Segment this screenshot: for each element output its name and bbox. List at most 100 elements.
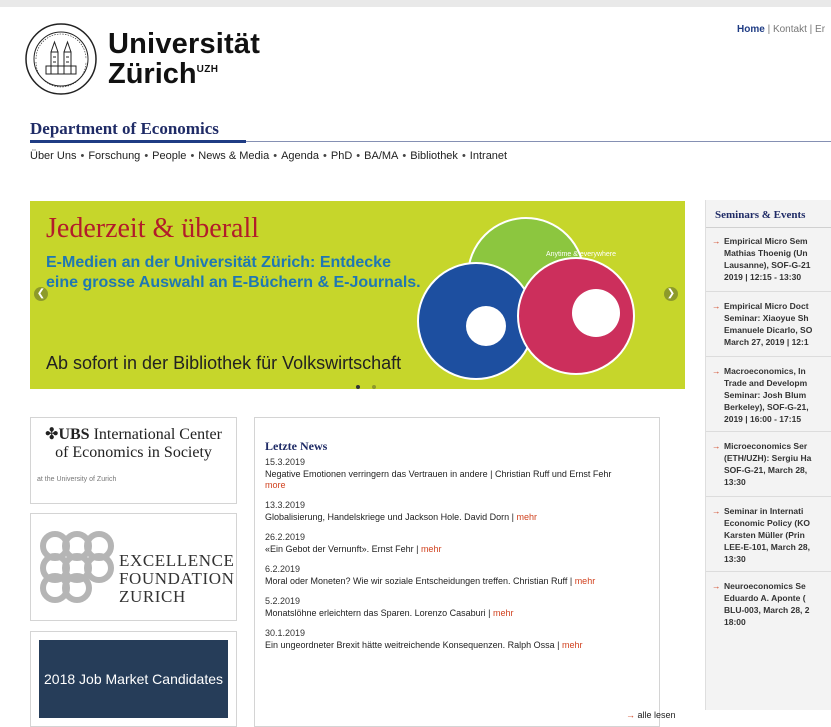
uzh-superscript: UZH: [196, 64, 219, 75]
ubs-subtitle: at the University of Zurich: [37, 476, 117, 483]
event-line: Empirical Micro Doct: [724, 301, 809, 311]
event-line: Macroeconomics, In: [724, 366, 806, 376]
event-line: Lausanne), SOF-G-21: [724, 260, 811, 270]
event-line: Empirical Micro Sem: [724, 236, 808, 246]
contact-link[interactable]: Kontakt: [773, 24, 807, 35]
arrow-right-icon: →: [712, 301, 721, 311]
arrow-right-icon: →: [712, 236, 721, 246]
banner-subtitle: E-Medien an der Universität Zürich: Entd…: [46, 254, 421, 291]
event-item[interactable]: → Seminar in Internati Economic Policy (…: [706, 505, 831, 572]
news-list: 15.3.2019 Negative Emotionen verringern …: [265, 457, 655, 660]
excellence-line3: ZURICH: [119, 587, 186, 606]
news-date: 30.1.2019: [265, 628, 306, 638]
event-line: Economic Policy (KO: [724, 518, 810, 528]
news-heading: Letzte News: [265, 439, 328, 453]
news-text[interactable]: «Ein Gebot der Vernunft». Ernst Fehr |: [265, 544, 418, 554]
arrow-right-icon: →: [712, 441, 721, 451]
news-item: 6.2.2019 Moral oder Moneten? Wie wir soz…: [265, 564, 655, 587]
arrow-right-icon: →: [712, 366, 721, 376]
university-logo[interactable]: Universität ZürichUZH: [24, 22, 260, 96]
nav-item-news-media[interactable]: News & Media: [198, 150, 269, 162]
event-line: Karsten Müller (Prin: [724, 530, 805, 540]
ubs-logo: ✤UBS International Center of Economics i…: [37, 426, 230, 462]
carousel-dot[interactable]: [372, 385, 376, 389]
language-link[interactable]: Er: [815, 24, 825, 35]
news-text[interactable]: Moral oder Moneten? Wie wir soziale Ents…: [265, 576, 572, 586]
arrow-right-icon: →: [712, 506, 721, 516]
event-item[interactable]: → Empirical Micro Sem Mathias Thoenig (U…: [706, 235, 831, 292]
carousel-dot-active[interactable]: [356, 385, 360, 389]
event-line: Trade and Developm: [724, 378, 808, 388]
nav-item-bama[interactable]: BA/MA: [364, 150, 398, 162]
carousel-next-button[interactable]: ❯: [664, 287, 678, 301]
department-title[interactable]: Department of Economics: [30, 119, 219, 139]
news-more-link[interactable]: mehr: [421, 544, 442, 554]
excellence-line1: EXCELLENCE: [119, 551, 235, 570]
main-navigation: Über Uns • Forschung • People • News & Media • A…: [30, 150, 508, 162]
event-item[interactable]: → Neuroeconomics Se Eduardo A. Aponte ( …: [706, 580, 831, 636]
news-date: 13.3.2019: [265, 500, 306, 510]
news-box: Letzte News 15.3.2019 Negative Emotionen…: [254, 417, 676, 727]
event-line: 2019 | 12:15 - 13:30: [724, 272, 802, 282]
disc-text: Anytime & everywhere: [546, 251, 616, 258]
media-discs-illustration: Anytime & everywhere: [417, 217, 635, 380]
event-line: Neuroeconomics Se: [724, 581, 806, 591]
news-item: 26.2.2019 «Ein Gebot der Vernunft». Erns…: [265, 532, 655, 555]
university-name-line1: Universität: [108, 28, 261, 60]
nav-item-forschung[interactable]: Forschung: [88, 150, 140, 162]
news-more-link[interactable]: more: [265, 480, 286, 490]
news-date: 15.3.2019: [265, 457, 306, 467]
job-market-box[interactable]: 2018 Job Market Candidates: [30, 631, 237, 727]
event-line: Seminar: Josh Blum: [724, 390, 807, 400]
seminars-sidebar: Seminars & Events → Empirical Micro Sem …: [705, 200, 831, 710]
excellence-line2: FOUNDATION: [119, 569, 235, 588]
nav-item-people[interactable]: People: [152, 150, 186, 162]
news-date: 6.2.2019: [265, 564, 301, 574]
event-line: LEE-E-101, March 28,: [724, 542, 810, 552]
nav-item-phd[interactable]: PhD: [331, 150, 352, 162]
nav-item-intranet[interactable]: Intranet: [470, 150, 507, 162]
news-more-link[interactable]: mehr: [575, 576, 596, 586]
excellence-foundation-box[interactable]: EXCELLENCE FOUNDATION ZURICH: [30, 513, 237, 621]
home-link[interactable]: Home: [737, 24, 765, 35]
news-item: 5.2.2019 Monatslöhne erleichtern das Spa…: [265, 596, 655, 619]
event-item[interactable]: → Microeconomics Ser (ETH/UZH): Sergiu H…: [706, 440, 831, 497]
carousel-prev-button[interactable]: ❮: [34, 287, 48, 301]
university-name-line2: ZürichUZH: [108, 59, 260, 89]
event-line: Mathias Thoenig (Un: [724, 248, 808, 258]
event-line: (ETH/UZH): Sergiu Ha: [724, 453, 812, 463]
nav-item-agenda[interactable]: Agenda: [281, 150, 319, 162]
job-market-candidates-label: 2018 Job Market Candidates: [39, 640, 228, 718]
event-line: Berkeley), SOF-G-21,: [724, 402, 809, 412]
event-line: 18:00: [724, 617, 746, 627]
news-text[interactable]: Globalisierung, Handelskriege und Jackso…: [265, 512, 514, 522]
news-text[interactable]: Ein ungeordneter Brexit hätte weitreiche…: [265, 640, 560, 650]
top-links: Home | Kontakt | Er: [737, 24, 826, 35]
event-item[interactable]: → Empirical Micro Doct Seminar: Xiaoyue …: [706, 300, 831, 357]
news-text[interactable]: Negative Emotionen verringern das Vertra…: [265, 469, 611, 479]
ubs-keys-icon: ✤: [45, 426, 59, 443]
event-item[interactable]: → Macroeconomics, In Trade and Developm …: [706, 365, 831, 432]
news-more-link[interactable]: mehr: [493, 608, 514, 618]
event-line: BLU-003, March 28, 2: [724, 605, 810, 615]
seminars-title[interactable]: Seminars & Events: [715, 209, 805, 221]
news-item: 13.3.2019 Globalisierung, Handelskriege …: [265, 500, 655, 523]
news-text[interactable]: Monatslöhne erleichtern das Sparen. Lore…: [265, 608, 490, 618]
event-line: Seminar: Xiaoyue Sh: [724, 313, 809, 323]
carousel-banner[interactable]: Jederzeit & überall E-Medien an der Univ…: [30, 201, 685, 389]
event-line: Eduardo A. Aponte (: [724, 593, 806, 603]
excellence-foundation-text: EXCELLENCE FOUNDATION ZURICH: [119, 552, 235, 606]
news-date: 26.2.2019: [265, 532, 306, 542]
nav-item-bibliothek[interactable]: Bibliothek: [410, 150, 458, 162]
news-more-link[interactable]: mehr: [516, 512, 537, 522]
news-date: 5.2.2019: [265, 596, 301, 606]
nav-item-ueber-uns[interactable]: Über Uns: [30, 150, 76, 162]
banner-title: Jederzeit & überall: [46, 213, 260, 244]
event-line: Seminar in Internati: [724, 506, 804, 516]
arrow-right-icon: →: [712, 581, 721, 591]
event-line: Emanuele Dicarlo, SO: [724, 325, 813, 335]
news-more-link[interactable]: mehr: [562, 640, 583, 650]
ubs-center-box[interactable]: ✤UBS International Center of Economics i…: [30, 417, 237, 504]
ubs-line2: of Economics in Society: [55, 444, 212, 461]
all-news-link[interactable]: → alle lesen: [626, 710, 676, 720]
